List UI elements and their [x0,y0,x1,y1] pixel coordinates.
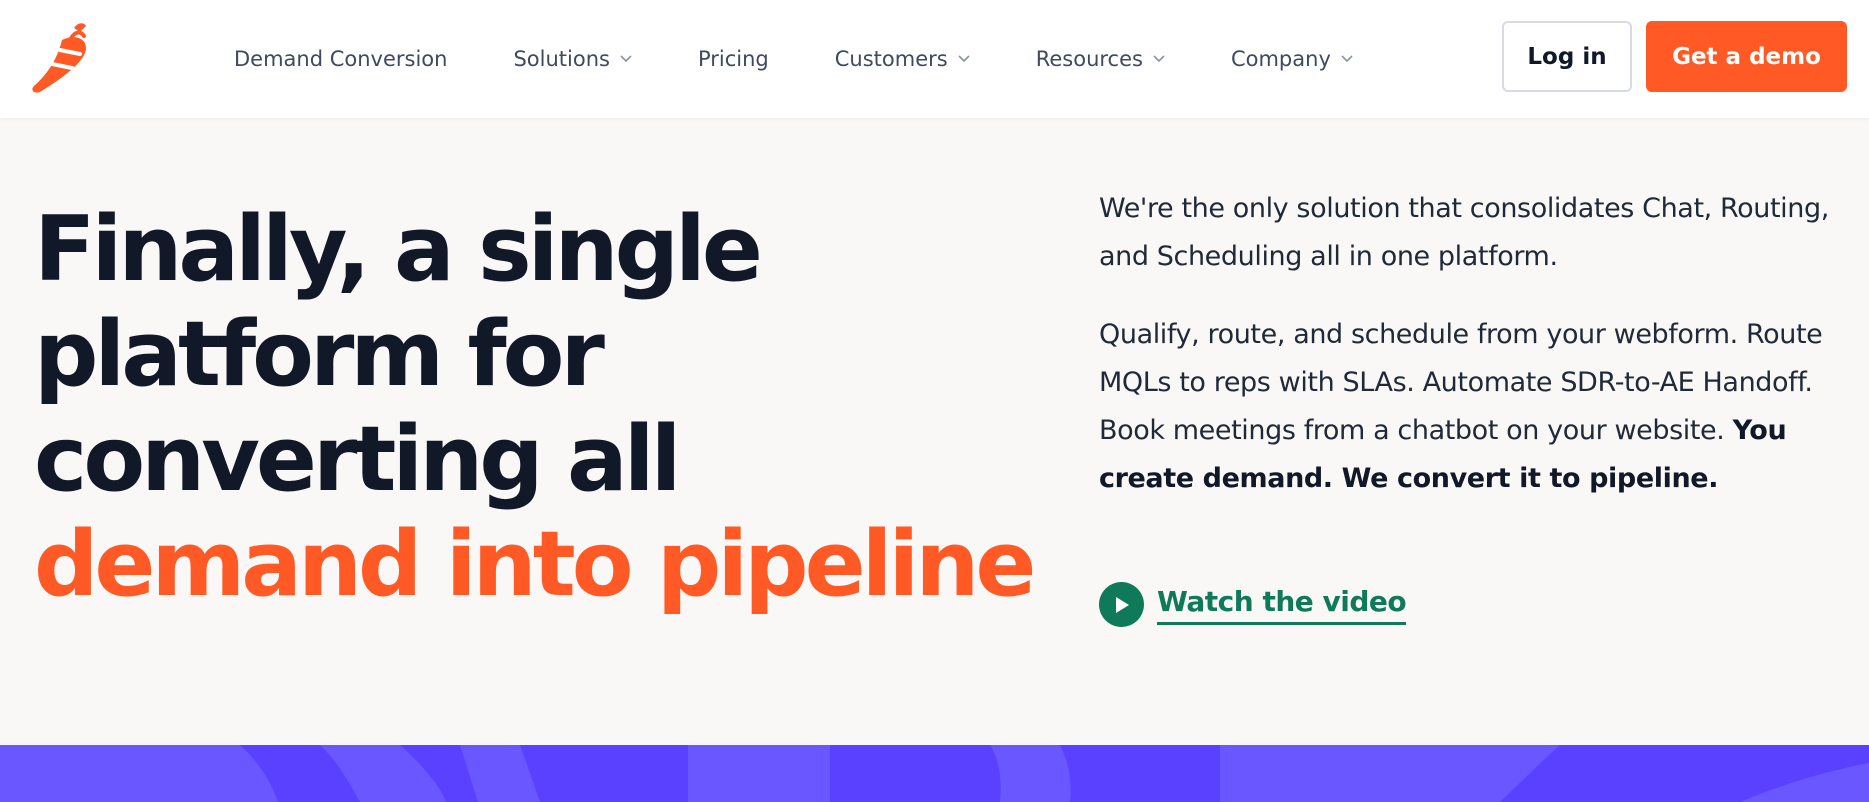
get-demo-button[interactable]: Get a demo [1646,21,1847,92]
nav-label: Solutions [513,47,610,71]
hero-paragraph-2-text: Qualify, route, and schedule from your w… [1099,319,1823,446]
hero-title-line: platform for [34,302,605,407]
nav-label: Company [1230,47,1331,71]
play-icon[interactable] [1099,582,1144,627]
hero-paragraph-1: We're the only solution that consolidate… [1099,193,1829,272]
nav-label: Pricing [697,47,769,71]
login-button[interactable]: Log in [1502,21,1632,92]
chili-pepper-logo-icon[interactable] [22,18,98,96]
nav-solutions[interactable]: Solutions [513,47,632,71]
nav-label: Resources [1035,47,1143,71]
purple-decorative-band [0,745,1869,802]
hero-title-line: converting all [34,407,681,512]
nav-label: Demand Conversion [234,47,448,71]
watch-video-label[interactable]: Watch the video [1157,585,1407,625]
nav-customers[interactable]: Customers [835,47,970,71]
nav-pricing[interactable]: Pricing [698,47,769,71]
site-header: Demand Conversion Solutions Pricing Cust… [0,0,1869,118]
hero-title-accent: demand into pipeline [34,512,1036,617]
nav-company[interactable]: Company [1231,47,1353,71]
nav-resources[interactable]: Resources [1036,47,1165,71]
hero-description: We're the only solution that consolidate… [1099,185,1859,533]
hero-title-line: Finally, a single [34,197,763,302]
chevron-down-icon [1341,55,1353,63]
watch-video-link[interactable]: Watch the video [1099,582,1407,627]
chevron-down-icon [958,55,970,63]
nav-label: Customers [834,47,948,71]
main-nav: Demand Conversion Solutions Pricing Cust… [234,0,1419,118]
chevron-down-icon [620,55,632,63]
hero-paragraph-2: Qualify, route, and schedule from your w… [1099,311,1859,503]
nav-demand-conversion[interactable]: Demand Conversion [234,47,447,71]
chevron-down-icon [1153,55,1165,63]
hero-title: Finally, a single platform for convertin… [34,197,1064,617]
